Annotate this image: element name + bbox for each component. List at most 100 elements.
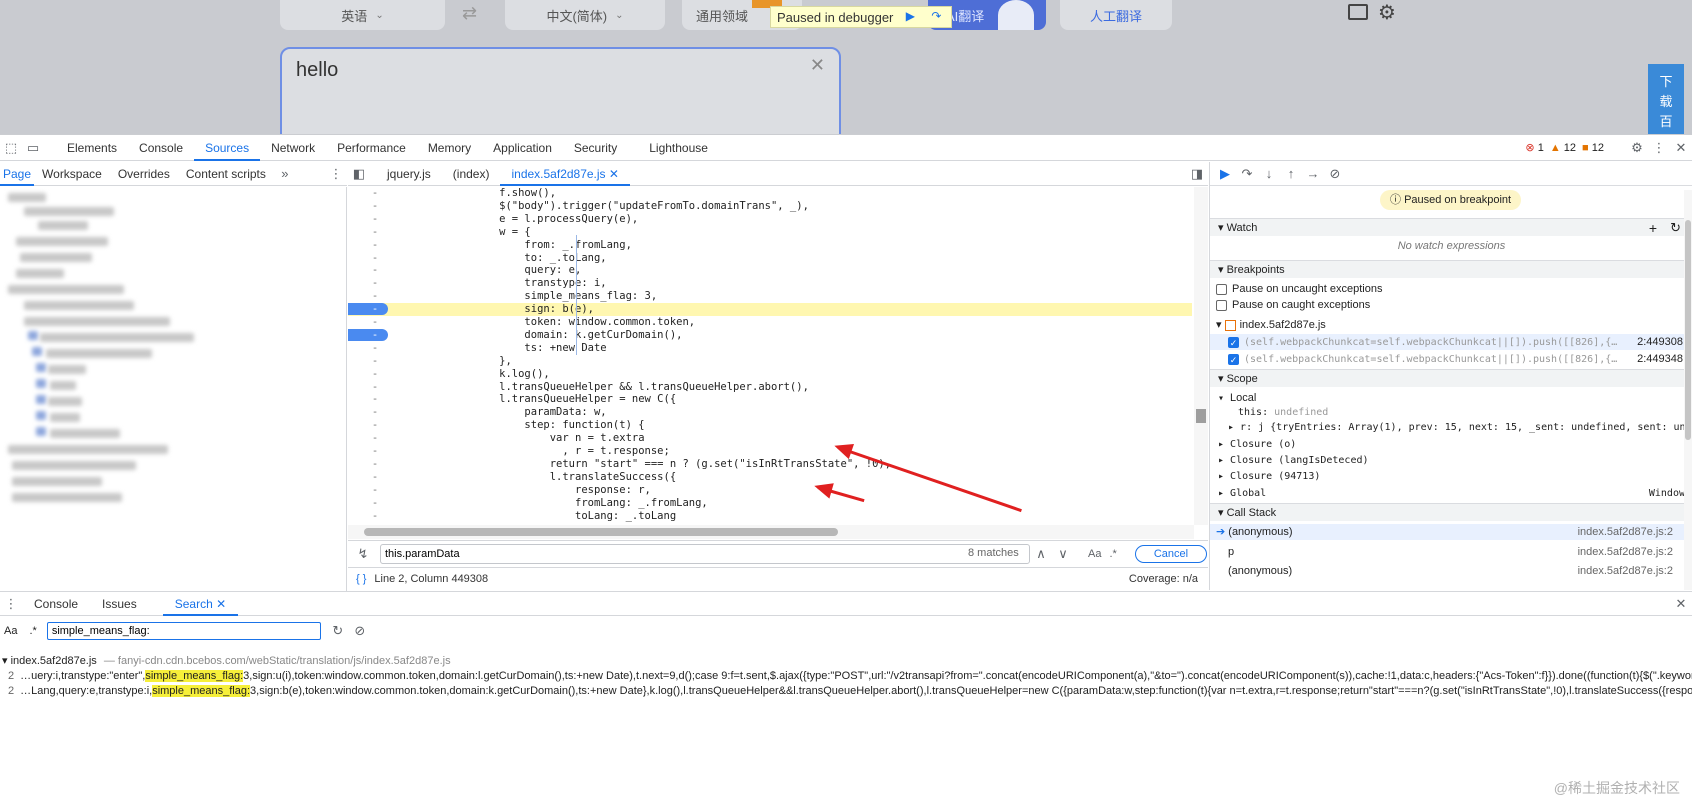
tree-item[interactable] [36,395,46,404]
line-gutter[interactable]: - [368,239,382,252]
regex-toggle[interactable]: .* [29,625,36,637]
code-line[interactable]: - }, [348,355,1192,368]
tab-sources[interactable]: Sources [194,135,261,161]
checkbox-checked-icon[interactable]: ✓ [1228,336,1239,348]
error-count[interactable]: ⊗ 1 [1525,141,1543,154]
code-line[interactable]: - query: e, [348,264,1192,277]
regex-icon[interactable]: .* [1105,543,1120,565]
line-gutter[interactable]: - [368,252,382,265]
tree-item[interactable] [36,411,46,420]
tree-item[interactable] [20,253,92,262]
file-tree[interactable] [0,187,347,591]
refresh-watch-icon[interactable]: ↻ [1670,219,1681,237]
line-gutter[interactable]: - [368,393,382,406]
code-line[interactable]: - f.show(), [348,187,1192,200]
line-gutter[interactable]: - [368,445,382,458]
close-icon[interactable]: ✕ [810,55,825,76]
code-line[interactable]: - token: window.common.token, [348,316,1192,329]
tree-item[interactable] [46,349,152,358]
line-gutter[interactable]: - [368,381,382,394]
scope-r[interactable]: ▸ r: j {tryEntries: Array(1), prev: 15, … [1210,420,1692,436]
warning-count[interactable]: ▲ 12 [1550,142,1576,154]
swap-languages-icon[interactable]: ⇄ [462,3,477,24]
line-gutter[interactable]: - [368,277,382,290]
line-gutter[interactable]: - [368,510,382,523]
line-gutter[interactable]: - [368,200,382,213]
tree-item[interactable] [8,285,124,294]
deactivate-breakpoints-icon[interactable]: ⊘ [1324,163,1346,185]
line-gutter[interactable]: - [368,484,382,497]
tree-item[interactable] [48,397,82,406]
close-drawer-icon[interactable]: ✕ [1670,593,1692,615]
code-line[interactable]: - k.log(), [348,368,1192,381]
source-text-box[interactable]: hello ✕ [280,47,841,134]
code-line[interactable]: - l.transQueueHelper = new C({ [348,393,1192,406]
call-frame[interactable]: p index.5af2d87e.js:2 [1210,544,1692,560]
resume-icon[interactable]: ▶︎ [901,9,919,25]
tree-item[interactable] [12,493,122,502]
code-line[interactable]: - transtype: i, [348,277,1192,290]
step-over-icon[interactable]: ↷ [1236,163,1258,185]
line-gutter[interactable]: - [368,226,382,239]
scope-closure[interactable]: ▸ Closure (o) [1210,437,1692,453]
refresh-search-icon[interactable]: ↻ [327,620,349,642]
close-tab-icon[interactable]: ✕ [609,167,619,181]
step-icon[interactable]: → [1302,163,1324,185]
tab-lighthouse[interactable]: Lighthouse [638,135,719,161]
nav-tab-workspace[interactable]: Workspace [34,162,110,186]
line-gutter[interactable]: - [368,342,382,355]
sidebar-scrollbar[interactable] [1684,190,1692,590]
code-line[interactable]: - sign: b(e), [348,303,1192,316]
tree-item[interactable] [40,333,194,342]
step-into-icon[interactable]: ↓ [1258,163,1280,185]
editor-horizontal-scrollbar[interactable] [348,525,1194,539]
line-gutter[interactable]: - [368,497,382,510]
tab-elements[interactable]: Elements [56,135,128,161]
line-gutter[interactable]: - [368,290,382,303]
scope-closure[interactable]: ▸ Closure (94713) [1210,469,1692,485]
previous-match-icon[interactable]: ∧ [1030,543,1052,565]
step-out-icon[interactable]: ↑ [1280,163,1302,185]
line-gutter[interactable]: - [368,329,382,342]
tree-item[interactable] [48,365,86,374]
search-result-row[interactable]: 2 …uery:i,transtype:"enter",simple_means_… [0,669,1692,684]
drawer-tab-console[interactable]: Console [22,592,90,616]
scope-local[interactable]: ▾ Local [1210,390,1692,406]
checkbox-checked-icon[interactable]: ✓ [1228,353,1239,365]
line-gutter[interactable]: - [368,264,382,277]
tree-item[interactable] [24,207,114,216]
code-line[interactable]: - , r = t.response; [348,445,1192,458]
tree-item[interactable] [50,413,80,422]
tree-item[interactable] [8,445,168,454]
code-line[interactable]: - simple_means_flag: 3, [348,290,1192,303]
tab-console[interactable]: Console [128,135,194,161]
code-line[interactable]: - l.transQueueHelper && l.transQueueHelp… [348,381,1192,394]
line-gutter[interactable]: - [368,213,382,226]
tree-item[interactable] [8,193,46,202]
pause-caught-checkbox[interactable]: Pause on caught exceptions [1210,297,1692,313]
watch-section-header[interactable]: ▾ Watch + ↻ [1210,218,1692,236]
line-gutter[interactable]: - [368,187,382,200]
tree-item[interactable] [16,269,64,278]
match-case-toggle[interactable]: Aa [4,625,17,637]
global-search-input[interactable] [46,622,321,640]
tree-item[interactable] [36,427,46,436]
editor-tab-jquery[interactable]: jquery.js [376,162,442,186]
device-toolbar-icon[interactable]: ▭ [22,137,44,159]
code-line[interactable]: - step: function(t) { [348,419,1192,432]
replace-toggle-icon[interactable]: ↯ [352,543,374,565]
navigator-menu-icon[interactable]: ⋮ [325,163,347,185]
download-sidebar-button[interactable]: 下载百 [1648,64,1684,134]
call-frame[interactable]: ➔ (anonymous) index.5af2d87e.js:2 [1210,524,1692,540]
tree-item[interactable] [36,379,46,388]
resume-icon[interactable]: ▶︎ [1214,163,1236,185]
drawer-menu-icon[interactable]: ⋮ [0,593,22,615]
editor-tab-index-js[interactable]: index.5af2d87e.js ✕ [500,162,630,186]
more-options-icon[interactable]: ⋮ [1648,137,1670,159]
editor-vertical-scrollbar[interactable] [1194,187,1208,525]
more-tabs-icon[interactable]: » [274,163,296,185]
nav-tab-content-scripts[interactable]: Content scripts [178,162,274,186]
breakpoints-section-header[interactable]: ▾ Breakpoints [1210,260,1692,278]
code-line[interactable]: - domain: k.getCurDomain(), [348,328,1192,342]
pretty-print-icon[interactable]: { } [356,573,366,585]
